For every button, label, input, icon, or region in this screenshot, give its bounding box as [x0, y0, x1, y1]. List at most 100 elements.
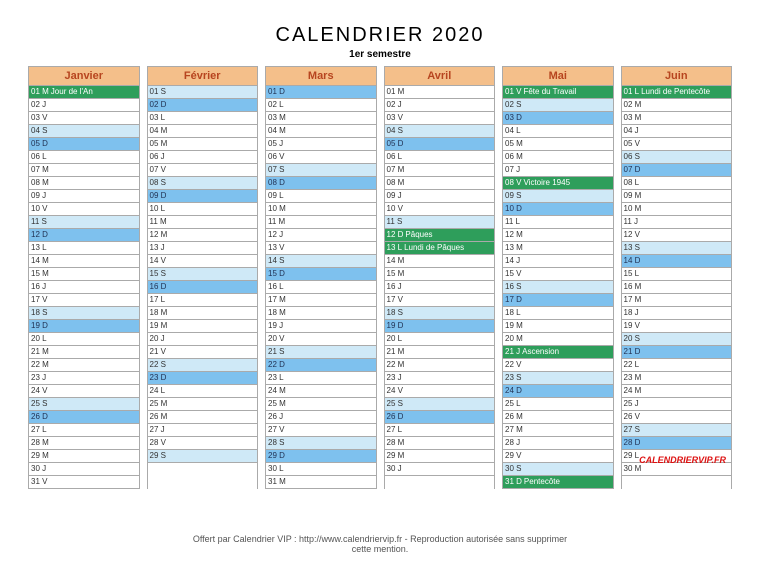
day-cell: 24 V [385, 385, 495, 398]
day-label: 22 V [505, 359, 521, 371]
day-cell: 07 J [503, 164, 613, 177]
day-label: 06 S [624, 151, 640, 163]
day-cell: 15 M [385, 268, 495, 281]
day-label: 08 L [624, 177, 640, 189]
day-label: 27 L [387, 424, 403, 436]
page-title: CALENDRIER 2020 [28, 24, 732, 47]
day-cell: 27 L [385, 424, 495, 437]
day-cell: 26 V [622, 411, 732, 424]
day-cell: 20 J [148, 333, 258, 346]
day-cell: 20 S [622, 333, 732, 346]
day-cell: 19 D [29, 320, 139, 333]
day-label: 21 J [505, 346, 520, 358]
day-label: 12 M [150, 229, 168, 241]
day-cell: 20 L [29, 333, 139, 346]
day-cell: 04 S [385, 125, 495, 138]
day-cell: 04 L [503, 125, 613, 138]
day-label: 27 L [31, 424, 47, 436]
day-label: 15 S [150, 268, 166, 280]
day-cell: 04 J [622, 125, 732, 138]
day-cell: 08 M [385, 177, 495, 190]
day-label: 18 S [31, 307, 47, 319]
day-label: 22 L [624, 359, 640, 371]
day-label: 18 S [387, 307, 403, 319]
day-cell: 10 V [385, 203, 495, 216]
day-cell: 02 J [29, 99, 139, 112]
day-cell: 19 J [266, 320, 376, 333]
day-label: 24 V [31, 385, 47, 397]
day-label: 30 L [268, 463, 284, 475]
day-cell: 10 V [29, 203, 139, 216]
day-cell: 19 M [503, 320, 613, 333]
day-cell: 10 L [148, 203, 258, 216]
day-cell: 03 L [148, 112, 258, 125]
day-cell: 13 J [148, 242, 258, 255]
day-label: 17 L [150, 294, 166, 306]
day-label: 28 M [387, 437, 405, 449]
day-cell: 22 M [385, 359, 495, 372]
day-label: 09 M [624, 190, 642, 202]
day-label: 28 V [150, 437, 166, 449]
day-cell: 10 M [266, 203, 376, 216]
day-cell: 23 J [385, 372, 495, 385]
day-cell: 18 M [266, 307, 376, 320]
day-label: 01 V [505, 86, 521, 98]
day-label: 23 J [387, 372, 402, 384]
day-cell: 28 V [148, 437, 258, 450]
day-cell: 13 M [503, 242, 613, 255]
day-label: 06 V [268, 151, 284, 163]
day-label: 22 M [387, 359, 405, 371]
day-cell: 12 DPâques [385, 229, 495, 242]
day-label: 19 M [150, 320, 168, 332]
day-label: 26 D [387, 411, 404, 423]
day-label: 10 V [31, 203, 47, 215]
day-label: 29 M [31, 450, 49, 462]
day-cell: 06 V [266, 151, 376, 164]
day-label: 31 M [268, 476, 286, 488]
day-cell: 28 J [503, 437, 613, 450]
day-label: 29 S [150, 450, 166, 462]
day-cell: 25 S [385, 398, 495, 411]
day-cell: 27 V [266, 424, 376, 437]
day-label: 06 J [150, 151, 165, 163]
day-cell: 12 D [29, 229, 139, 242]
day-label: 08 M [31, 177, 49, 189]
month-header: Juin [622, 67, 732, 86]
day-label: 18 M [150, 307, 168, 319]
day-label: 19 J [268, 320, 283, 332]
day-label: 16 S [505, 281, 521, 293]
day-label: 29 V [505, 450, 521, 462]
day-cell: 24 V [29, 385, 139, 398]
day-label: 01 M [387, 86, 405, 98]
day-label: 25 S [387, 398, 403, 410]
day-label: 08 M [387, 177, 405, 189]
months-row: Janvier01 MJour de l'An02 J03 V04 S05 D0… [28, 66, 732, 489]
day-label: 30 J [31, 463, 46, 475]
day-cell: 28 M [29, 437, 139, 450]
month-header: Février [148, 67, 258, 86]
day-label: 10 L [150, 203, 166, 215]
day-label: 11 J [624, 216, 639, 228]
day-label: 26 J [268, 411, 283, 423]
day-label: 14 D [624, 255, 641, 267]
day-label: 27 V [268, 424, 284, 436]
month-column: Février01 S02 D03 L04 M05 M06 J07 V08 S0… [147, 66, 259, 489]
day-label: 14 J [505, 255, 520, 267]
day-label: 28 D [624, 437, 641, 449]
day-label: 30 J [387, 463, 402, 475]
day-cell: 28 D [622, 437, 732, 450]
day-label: 11 M [268, 216, 285, 228]
day-label: 12 J [268, 229, 283, 241]
day-label: 02 S [505, 99, 521, 111]
day-cell: 30 J [29, 463, 139, 476]
day-cell: 01 S [148, 86, 258, 99]
day-cell: 16 S [503, 281, 613, 294]
day-label: 28 M [31, 437, 49, 449]
page-subtitle: 1er semestre [28, 49, 732, 60]
day-label: 11 S [31, 216, 47, 228]
day-cell: 16 D [148, 281, 258, 294]
holiday-name: Pentecôte [524, 476, 560, 488]
day-label: 01 M [31, 86, 49, 98]
day-cell: 18 J [622, 307, 732, 320]
day-cell: 13 LLundi de Pâques [385, 242, 495, 255]
